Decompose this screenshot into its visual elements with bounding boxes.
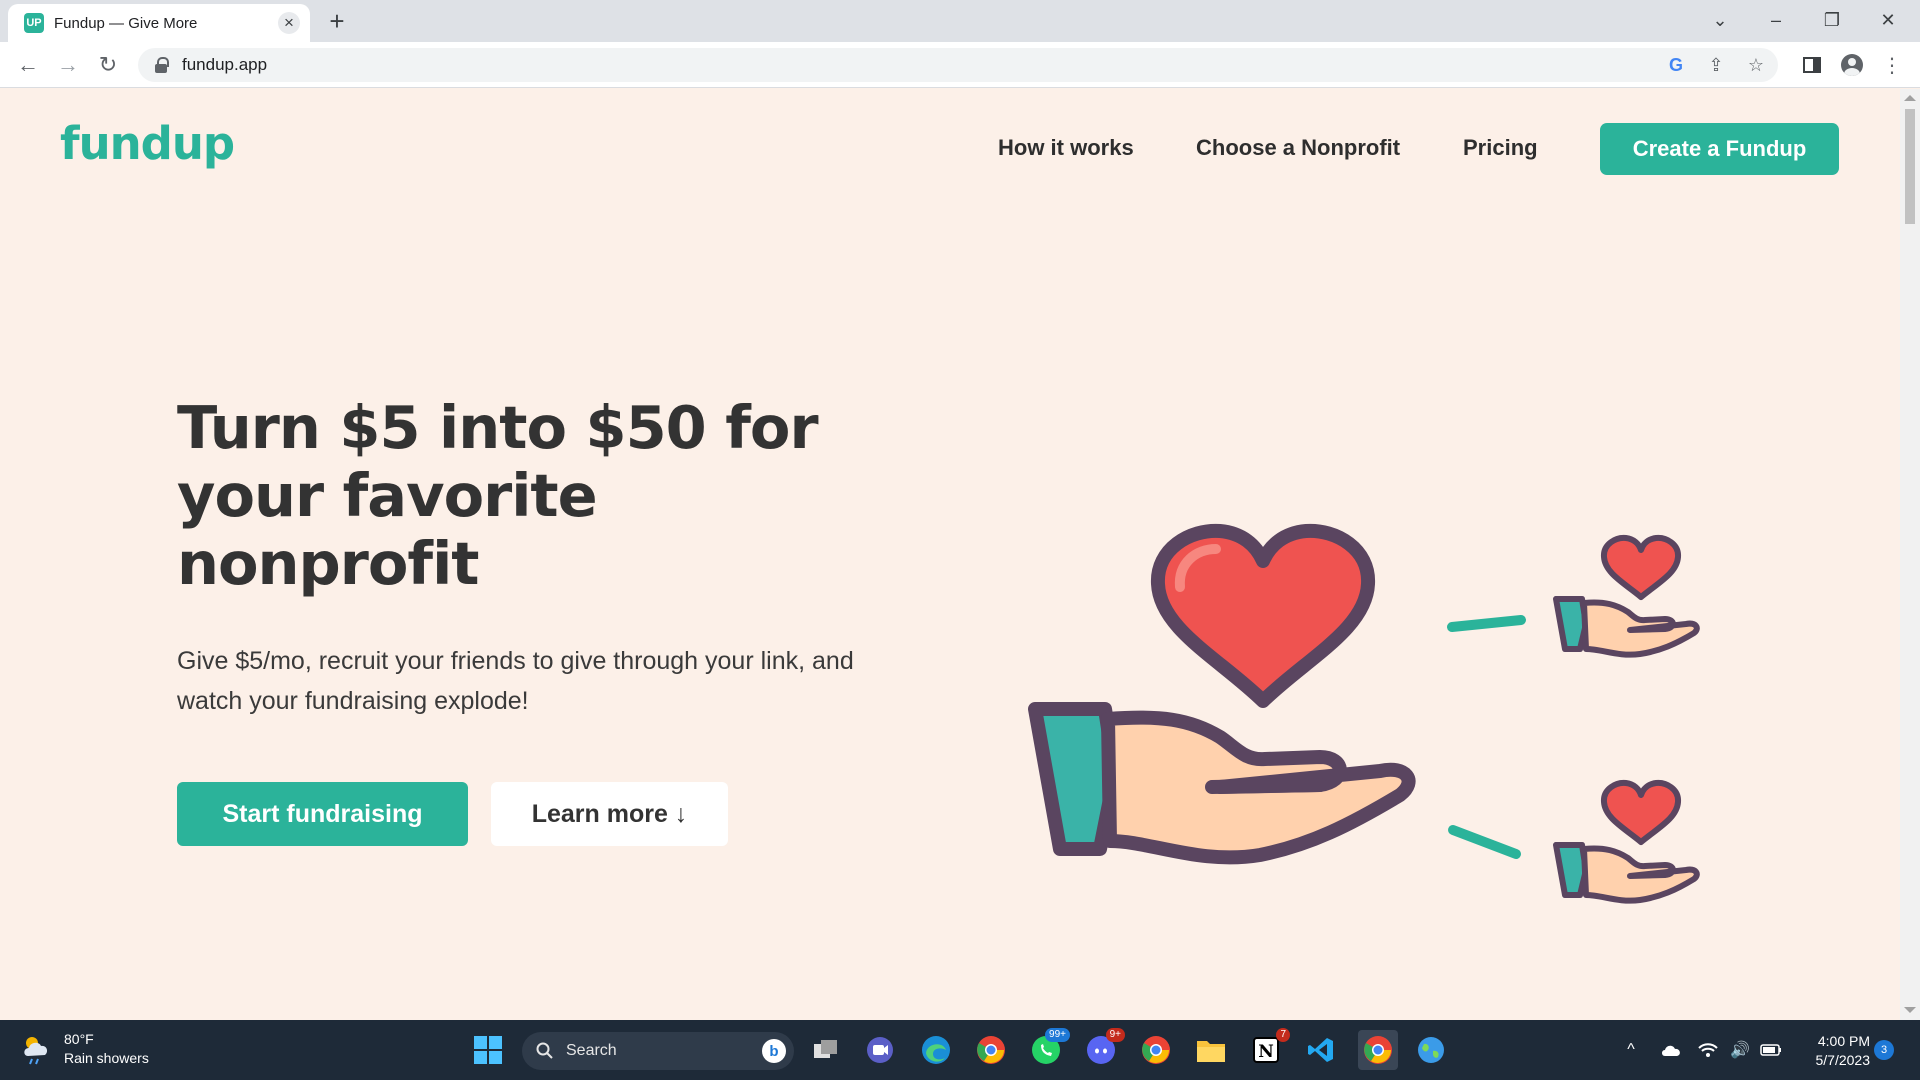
browser-tab[interactable]: UP Fundup — Give More × [8,4,310,42]
battery-icon[interactable] [1758,1032,1784,1068]
notion-icon[interactable]: N 7 [1248,1028,1290,1068]
clock-time: 4:00 PM [1817,1033,1870,1049]
small-hand-bottom-icon [1553,842,1700,904]
motion-line-top [1447,615,1526,632]
svg-text:N: N [1258,1042,1274,1062]
globe-app-icon[interactable] [1413,1032,1449,1068]
minimize-window-icon[interactable]: – [1748,0,1804,40]
page-scrollbar[interactable] [1900,89,1920,1020]
side-panel-icon[interactable] [1796,49,1828,81]
hero-title: Turn $5 into $50 for your favorite nonpr… [177,393,819,598]
tab-search-chevron-icon[interactable]: ⌄ [1692,0,1748,40]
hero-subtitle: Give $5/mo, recruit your friends to give… [177,647,854,715]
reload-icon[interactable]: ↻ [92,49,124,81]
close-window-icon[interactable]: ✕ [1860,0,1916,40]
scroll-thumb[interactable] [1905,109,1915,224]
create-fundup-button[interactable]: Create a Fundup [1600,123,1839,175]
whatsapp-badge: 99+ [1045,1028,1070,1042]
chrome-active-icon[interactable] [1358,1030,1398,1070]
whatsapp-icon[interactable]: 99+ [1028,1028,1070,1068]
big-heart-icon [1150,523,1376,708]
vscode-icon[interactable] [1303,1032,1339,1068]
file-explorer-icon[interactable] [1193,1032,1229,1068]
windows-taskbar: 80°F Rain showers Search b 99+ 9+ N 7 ^ … [0,1020,1920,1080]
avatar-icon [1841,54,1863,76]
weather-widget[interactable]: 80°F Rain showers [20,1030,149,1068]
edge-icon[interactable] [918,1032,954,1068]
browser-menu-icon[interactable]: ⋮ [1876,49,1908,81]
omnibox-actions: G ⇪ ☆ [1664,48,1768,82]
small-hand-top-icon [1553,596,1700,658]
back-icon[interactable]: ← [12,49,44,81]
nav-how-it-works[interactable]: How it works [998,135,1134,161]
taskbar-search-box[interactable]: Search b [522,1032,794,1070]
webpage: fundup How it works Choose a Nonprofit P… [0,89,1900,1020]
task-view-icon[interactable] [808,1032,844,1068]
notification-count-badge[interactable]: 3 [1874,1040,1894,1060]
discord-icon[interactable]: 9+ [1083,1028,1125,1068]
restore-window-icon[interactable]: ❐ [1804,0,1860,40]
rain-cloud-icon [20,1032,54,1066]
teams-chat-icon[interactable] [862,1032,898,1068]
fundup-favicon-icon: UP [24,13,44,33]
nav-pricing[interactable]: Pricing [1463,135,1538,161]
discord-badge: 9+ [1105,1028,1125,1042]
weather-desc: Rain showers [64,1050,149,1066]
clock-date: 5/7/2023 [1815,1052,1871,1068]
motion-line-bottom [1448,825,1521,859]
tray-overflow-chevron-icon[interactable]: ^ [1616,1032,1646,1068]
weather-temp: 80°F [64,1031,94,1047]
start-fundraising-button[interactable]: Start fundraising [177,782,468,846]
forward-icon[interactable]: → [52,49,84,81]
bookmark-star-icon[interactable]: ☆ [1744,53,1768,77]
small-heart-bottom-icon [1601,779,1681,845]
chrome-alt-icon[interactable] [1138,1032,1174,1068]
fundup-logo[interactable]: fundup [60,117,235,170]
small-heart-top-icon [1601,534,1681,600]
wifi-icon[interactable] [1696,1032,1720,1068]
close-tab-icon[interactable]: × [278,12,300,34]
scroll-up-icon[interactable] [1904,95,1916,101]
share-icon[interactable]: ⇪ [1704,53,1728,77]
search-icon [536,1042,553,1059]
google-lens-icon[interactable]: G [1664,53,1688,77]
bing-icon[interactable]: b [762,1039,786,1063]
taskbar-clock[interactable]: 4:00 PM 5/7/2023 [1800,1032,1871,1070]
profile-avatar[interactable] [1836,49,1868,81]
browser-toolbar: ← → ↻ fundup.app G ⇪ ☆ ⋮ [0,42,1920,88]
new-tab-icon[interactable]: + [322,6,352,36]
notion-badge: 7 [1276,1028,1290,1042]
nav-choose-nonprofit[interactable]: Choose a Nonprofit [1196,135,1400,161]
learn-more-button[interactable]: Learn more ↓ [491,782,728,846]
volume-icon[interactable]: 🔊 [1728,1032,1752,1068]
url-text[interactable]: fundup.app [182,55,267,75]
browser-tab-strip: UP Fundup — Give More × + ⌄ – ❐ ✕ [0,0,1920,42]
giving-hands-illustration [1028,523,1700,904]
lock-icon[interactable] [154,57,169,73]
chrome-profile-icon[interactable] [973,1032,1009,1068]
scroll-down-icon[interactable] [1904,1007,1916,1013]
tab-title: Fundup — Give More [54,14,198,32]
address-bar[interactable]: fundup.app G ⇪ ☆ [138,48,1778,82]
search-label: Search [566,1042,617,1059]
onedrive-cloud-icon[interactable] [1656,1032,1686,1068]
big-hand-icon [1028,702,1416,865]
windows-start-icon[interactable] [470,1032,506,1068]
